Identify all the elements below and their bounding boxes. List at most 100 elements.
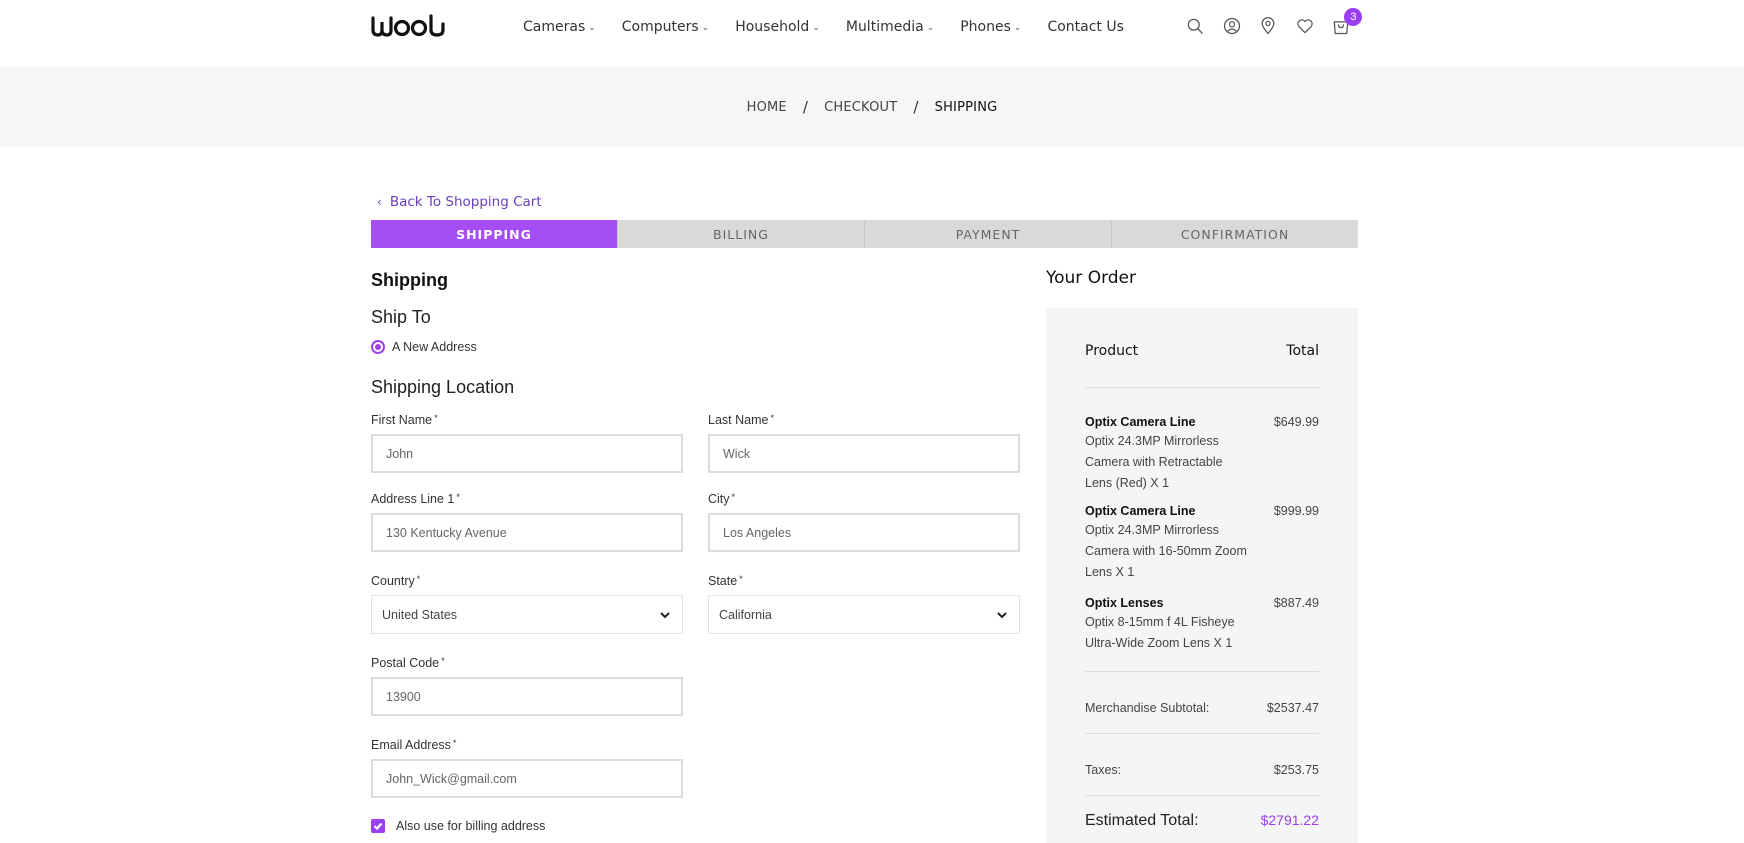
- postal-code-label: Postal Code *: [371, 656, 445, 670]
- country-selected-value: United States: [382, 607, 458, 622]
- new-address-label: A New Address: [392, 340, 477, 354]
- logo-wordmark-icon: [371, 14, 445, 37]
- taxes-value: $253.75: [1273, 763, 1319, 777]
- order-summary-panel: Product Total Optix Camera Line Optix 24…: [1046, 308, 1358, 843]
- last-name-field[interactable]: [708, 434, 1020, 473]
- chevron-down-icon: ⌄: [588, 23, 596, 33]
- divider: [1085, 671, 1319, 672]
- address-line1-label: Address Line 1 *: [371, 492, 460, 506]
- back-to-cart-link[interactable]: ‹ Back To Shopping Cart: [377, 194, 542, 210]
- subtotal-row: Merchandise Subtotal: $2537.47: [1085, 701, 1319, 715]
- email-field[interactable]: [371, 759, 683, 798]
- chevron-down-icon: [658, 608, 672, 622]
- order-item-price: $649.99: [1273, 415, 1319, 429]
- nav-item-label: Household: [735, 19, 810, 35]
- new-address-option[interactable]: A New Address: [371, 340, 477, 354]
- order-item-desc: Optix 24.3MP Mirrorless Camera with 16-5…: [1085, 523, 1247, 579]
- divider: [1085, 733, 1319, 734]
- breadcrumb-checkout[interactable]: CHECKOUT: [824, 100, 897, 115]
- user-icon[interactable]: [1221, 15, 1243, 37]
- estimated-total-value: $2791.22: [1260, 812, 1319, 828]
- nav-item-label: Computers: [621, 19, 699, 35]
- subtotal-label: Merchandise Subtotal:: [1085, 701, 1210, 715]
- order-item-price: $887.49: [1273, 596, 1319, 610]
- order-title: Your Order: [1046, 268, 1137, 288]
- back-to-cart-label: Back To Shopping Cart: [389, 194, 542, 210]
- nav-item-label: Multimedia: [845, 19, 924, 35]
- email-label: Email Address *: [371, 738, 457, 752]
- chevron-left-icon: ‹: [377, 195, 382, 209]
- new-address-radio[interactable]: [371, 340, 385, 354]
- order-item: Optix Lenses Optix 8-15mm f 4L Fisheye U…: [1085, 596, 1319, 654]
- city-field[interactable]: [708, 513, 1020, 552]
- site-logo[interactable]: [371, 14, 451, 45]
- state-label: State *: [708, 574, 743, 588]
- main-nav: Cameras ⌄ Computers ⌄ Household ⌄ Multimedi…: [523, 19, 1150, 35]
- nav-item-phones[interactable]: Phones ⌄: [960, 19, 1021, 35]
- billing-same-checkbox[interactable]: [371, 819, 385, 833]
- taxes-label: Taxes:: [1085, 763, 1122, 777]
- estimated-total-row: Estimated Total: $2791.22: [1085, 812, 1319, 830]
- checkout-steps: SHIPPING BILLING PAYMENT CONFIRMATION: [371, 220, 1358, 248]
- chevron-down-icon: ⌄: [1013, 23, 1022, 33]
- address-line1-field[interactable]: [371, 513, 683, 552]
- taxes-row: Taxes: $253.75: [1085, 763, 1319, 777]
- state-select[interactable]: California: [708, 595, 1020, 634]
- city-label: City *: [708, 492, 736, 506]
- shipping-location-heading: Shipping Location: [371, 377, 515, 397]
- site-header: Cameras ⌄ Computers ⌄ Household ⌄ Multimedi…: [0, 0, 1744, 67]
- chevron-down-icon: ⌄: [701, 23, 710, 33]
- step-payment[interactable]: PAYMENT: [864, 220, 1111, 248]
- breadcrumb-separator: /: [913, 98, 919, 116]
- billing-same-option[interactable]: Also use for billing address: [371, 819, 545, 833]
- nav-item-contact[interactable]: Contact Us: [1047, 19, 1123, 35]
- breadcrumb-current: SHIPPING: [934, 99, 998, 115]
- checkmark-icon: [373, 822, 383, 831]
- header-icons: 3: [1184, 8, 1367, 37]
- shipping-heading: Shipping: [371, 270, 448, 290]
- ship-to-heading: Ship To: [371, 307, 431, 327]
- country-select[interactable]: United States: [371, 595, 683, 634]
- nav-item-multimedia[interactable]: Multimedia ⌄: [846, 19, 934, 35]
- step-billing[interactable]: BILLING: [617, 220, 864, 248]
- order-item: Optix Camera Line Optix 24.3MP Mirrorles…: [1085, 415, 1319, 494]
- cart-count-badge: 3: [1344, 8, 1363, 26]
- map-pin-icon[interactable]: [1257, 15, 1279, 37]
- col-product-header: Product: [1085, 343, 1139, 359]
- divider: [1085, 387, 1319, 388]
- breadcrumb-separator: /: [802, 98, 809, 116]
- divider: [1085, 795, 1319, 796]
- col-total-header: Total: [1286, 343, 1319, 359]
- first-name-field[interactable]: [371, 434, 683, 473]
- chevron-down-icon: ⌄: [926, 23, 935, 33]
- order-item: Optix Camera Line Optix 24.3MP Mirrorles…: [1085, 504, 1319, 583]
- last-name-label: Last Name *: [708, 413, 774, 427]
- subtotal-value: $2537.47: [1266, 701, 1319, 715]
- estimated-total-label: Estimated Total:: [1085, 812, 1199, 829]
- chevron-down-icon: ⌄: [812, 23, 820, 33]
- nav-item-cameras[interactable]: Cameras ⌄: [523, 19, 596, 35]
- shopping-bag-icon[interactable]: 3: [1330, 8, 1363, 37]
- order-item-price: $999.99: [1273, 504, 1319, 518]
- country-label: Country *: [371, 574, 421, 588]
- chevron-down-icon: [995, 608, 1009, 622]
- heart-icon[interactable]: [1294, 15, 1316, 37]
- postal-code-field[interactable]: [371, 677, 683, 716]
- nav-item-label: Phones: [960, 19, 1011, 35]
- order-item-desc: Optix 24.3MP Mirrorless Camera with Retr…: [1085, 434, 1223, 490]
- step-confirmation[interactable]: CONFIRMATION: [1111, 220, 1358, 248]
- order-item-desc: Optix 8-15mm f 4L Fisheye Ultra-Wide Zoo…: [1085, 615, 1235, 650]
- nav-item-label: Contact Us: [1047, 19, 1124, 35]
- step-shipping[interactable]: SHIPPING: [371, 220, 617, 248]
- breadcrumb-band: HOME / CHECKOUT / SHIPPING: [0, 67, 1744, 147]
- nav-item-label: Cameras: [523, 19, 586, 35]
- billing-same-label: Also use for billing address: [396, 819, 546, 833]
- first-name-label: First Name *: [371, 413, 438, 427]
- breadcrumb: HOME / CHECKOUT / SHIPPING: [0, 67, 1744, 147]
- search-icon[interactable]: [1184, 15, 1206, 37]
- order-table-header: Product Total: [1085, 343, 1319, 359]
- nav-item-household[interactable]: Household ⌄: [735, 19, 820, 35]
- state-selected-value: California: [719, 607, 772, 622]
- nav-item-computers[interactable]: Computers ⌄: [622, 19, 709, 35]
- breadcrumb-home[interactable]: HOME: [747, 100, 787, 115]
